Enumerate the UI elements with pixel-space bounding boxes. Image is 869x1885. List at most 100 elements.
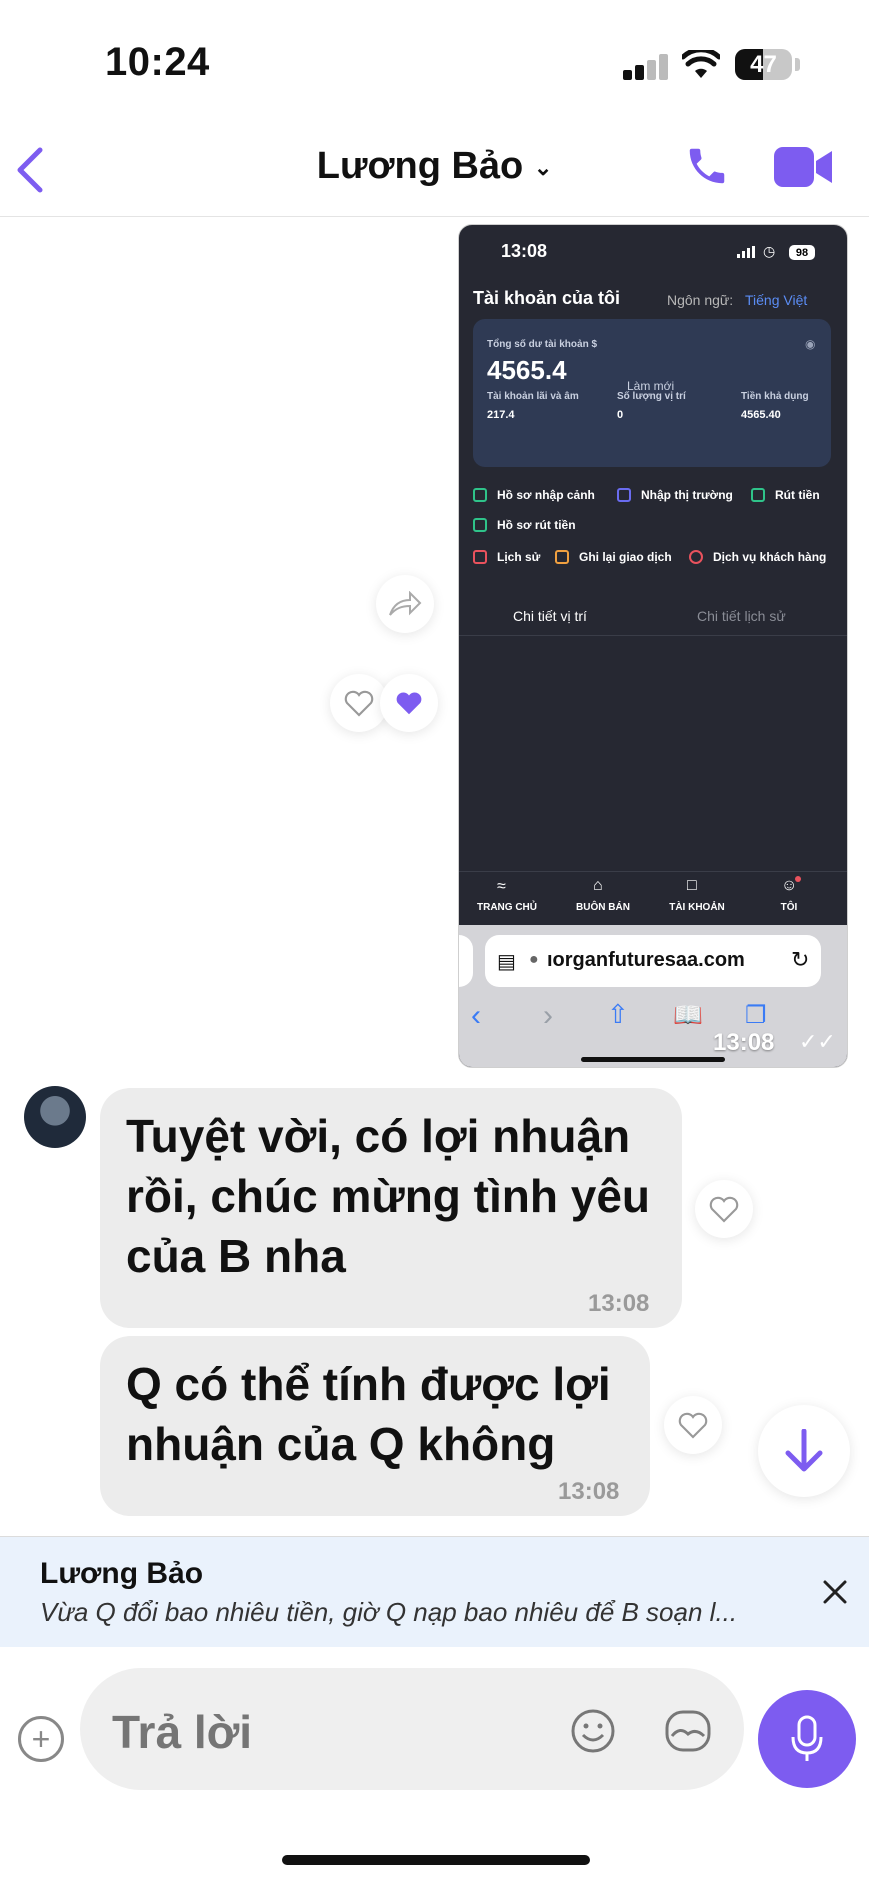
nav-account-icon: □ [687,877,697,894]
transaction-log-icon [555,550,569,564]
cell-signal-icon [623,54,668,80]
reply-preview[interactable]: Lương Bảo Vừa Q đổi bao nhiêu tiền, giờ … [0,1536,869,1647]
nav-home-icon: ≈ [497,878,506,895]
back-nav-icon[interactable]: ‹ [471,999,481,1033]
positions-value: 0 [617,409,624,421]
language-select[interactable]: Tiếng Việt [745,292,807,308]
message-bubble[interactable]: Tuyệt vời, có lợi nhuận rồi, chúc mừng t… [100,1088,682,1328]
nav-account[interactable]: TÀI KHOẢN [659,902,735,913]
heart-filled-icon [396,692,422,715]
message-input-container[interactable] [80,1668,744,1790]
shot-wifi-icon: ◷ [763,243,776,259]
arrow-down-icon [785,1429,823,1472]
menu-customer-service[interactable]: Dịch vụ khách hàng [713,550,826,564]
pnl-label: Tài khoản lãi và âm [487,391,579,402]
contact-name: Lương Bảo [316,145,524,187]
menu-withdraw-record[interactable]: Hồ sơ rút tiền [497,518,576,532]
reply-sender: Lương Bảo [40,1557,204,1590]
tab-position-details[interactable]: Chi tiết vị trí [513,608,587,624]
share-icon[interactable]: ⇧ [607,999,629,1030]
available-value: 4565.40 [741,409,781,421]
home-indicator [282,1855,590,1865]
nav-me[interactable]: TÔI [751,902,827,913]
balance-card: Tổng số dư tài khoản $ ◉ 4565.4 Làm mới … [473,319,831,467]
menu-withdraw[interactable]: Rút tiền [775,488,820,502]
eye-icon[interactable]: ◉ [805,337,815,351]
heart-outline-icon [678,1412,708,1439]
react-heart-button[interactable] [695,1180,753,1238]
pnl-value: 217.4 [487,409,515,421]
balance-label: Tổng số dư tài khoản $ [487,339,598,350]
message-time: 13:08 [588,1290,650,1317]
account-title: Tài khoản của tôi [473,288,621,308]
message-input[interactable] [110,1704,514,1760]
sender-avatar[interactable] [24,1086,86,1148]
reader-icon[interactable]: ▤ [497,949,516,974]
message-bubble[interactable]: Q có thể tính được lợi nhuận của Q không… [100,1336,650,1516]
status-time: 10:24 [105,40,210,84]
balance-value: 4565.4 [487,355,567,385]
url-bar[interactable]: ▤ ● ıorganfuturesaa.com ↻ [485,935,821,987]
prev-tab-edge [459,935,473,987]
browser-toolbar: ▤ ● ıorganfuturesaa.com ↻ ‹ › ⇧ 📖 ❐ 13:0… [459,925,847,1067]
shot-signal-icon [737,246,755,258]
forward-button[interactable] [376,575,434,633]
message-text: Q có thể tính được lợi nhuận của Q không [126,1358,611,1470]
plus-icon: + [31,1721,51,1757]
read-receipt-icon: ✓✓ [799,1029,836,1054]
wifi-icon [682,50,720,78]
emoji-icon[interactable] [570,1708,616,1754]
history-icon [473,550,487,564]
reload-icon[interactable]: ↻ [791,947,809,973]
tabs-icon[interactable]: ❐ [745,1001,767,1030]
heart-outline-icon [709,1196,739,1223]
positions-label: Số lượng vị trí [617,391,686,402]
chat-title[interactable]: Lương Bảo ⌄ [0,145,869,188]
market-entry-icon [617,488,631,502]
menu-market-entry[interactable]: Nhập thị trường [641,488,733,502]
shared-screenshot-image[interactable]: 13:08 ◷ 98 Tài khoản của tôi Ngôn ngữ: T… [458,224,848,1068]
liked-reaction[interactable] [380,674,438,732]
close-icon[interactable] [822,1579,848,1605]
scroll-down-button[interactable] [758,1405,850,1497]
bottom-nav: ≈ TRANG CHỦ ⌂ BUÔN BÁN □ TÀI KHOẢN ☺ TÔI [459,871,847,926]
lock-icon: ● [529,951,539,968]
battery-level: 47 [750,50,777,78]
nav-trade-icon: ⌂ [593,877,603,894]
video-call-icon[interactable] [774,145,834,189]
tab-history-details[interactable]: Chi tiết lịch sử [697,608,786,624]
header-divider [0,216,869,217]
customer-service-icon [689,550,703,564]
url-text: ıorganfuturesaa.com [547,949,745,971]
menu-entry-record[interactable]: Hồ sơ nhập cảnh [497,488,595,502]
heart-outline-icon [344,690,374,717]
shot-battery: 98 [789,245,815,260]
add-attachment-button[interactable]: + [18,1716,64,1762]
entry-record-icon [473,488,487,502]
shot-time: 13:08 [501,241,548,261]
available-label: Tiền khả dụng [741,391,809,402]
nav-home[interactable]: TRANG CHỦ [469,902,545,913]
image-timestamp: 13:08 [713,1029,775,1056]
phone-icon[interactable] [684,143,730,189]
shot-home-indicator [581,1057,725,1062]
voice-record-button[interactable] [758,1690,856,1788]
withdraw-record-icon [473,518,487,532]
forward-nav-icon[interactable]: › [543,999,553,1033]
message-text: Tuyệt vời, có lợi nhuận rồi, chúc mừng t… [126,1110,651,1282]
battery-tip [795,58,800,71]
withdraw-icon [751,488,765,502]
language-label: Ngôn ngữ: [667,292,734,308]
notification-dot [795,876,801,882]
reply-quote: Vừa Q đổi bao nhiêu tiền, giờ Q nạp bao … [40,1597,738,1627]
nav-trade[interactable]: BUÔN BÁN [565,902,641,913]
sticker-icon[interactable] [664,1708,712,1754]
message-time: 13:08 [558,1478,620,1505]
tab-divider [459,635,847,636]
menu-transaction-log[interactable]: Ghi lại giao dịch [579,550,672,564]
react-heart-button[interactable] [664,1396,722,1454]
menu-history[interactable]: Lịch sử [497,550,540,564]
share-arrow-icon [389,591,422,616]
microphone-icon [791,1715,823,1761]
bookmarks-icon[interactable]: 📖 [673,1001,703,1030]
